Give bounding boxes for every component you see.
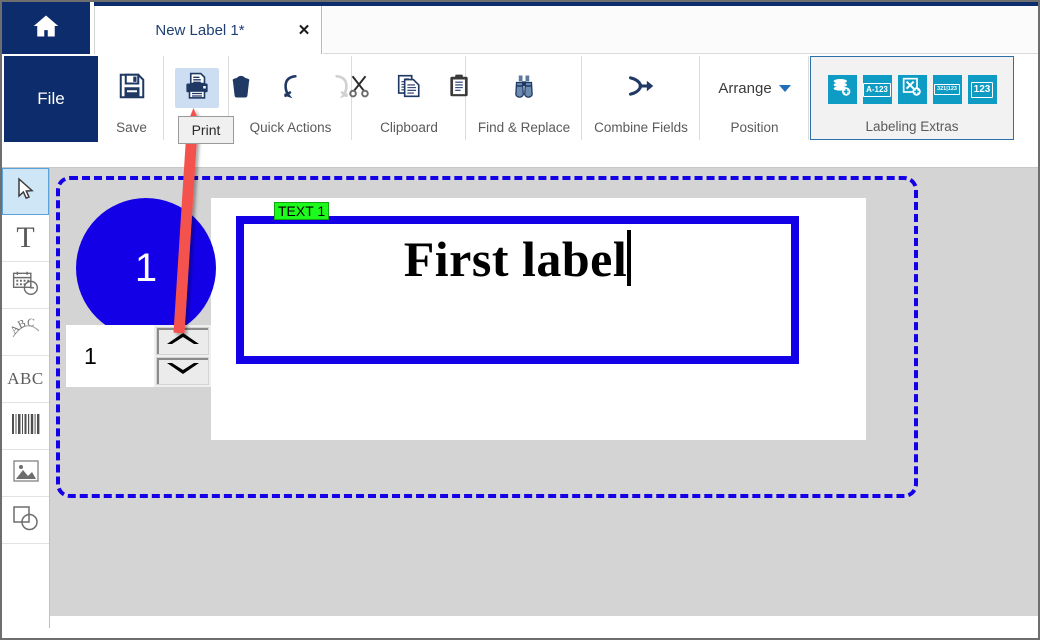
ribbon-group-label-quick-actions: Quick Actions bbox=[249, 120, 332, 135]
svg-text:ABC: ABC bbox=[10, 317, 35, 337]
curved-text-tool[interactable]: ABC bbox=[2, 309, 49, 356]
arrange-dropdown[interactable]: Arrange bbox=[718, 56, 791, 120]
abc-text-icon: ABC bbox=[7, 369, 44, 388]
undo-button[interactable] bbox=[269, 68, 313, 108]
home-button[interactable] bbox=[2, 2, 90, 54]
document-tab[interactable]: New Label 1* ✕ bbox=[94, 6, 322, 54]
chevron-down-icon bbox=[778, 84, 791, 92]
text-t-icon: T bbox=[16, 221, 35, 254]
copy-icon bbox=[396, 72, 422, 105]
numbering-icon: 123 bbox=[970, 81, 994, 98]
copy-button[interactable] bbox=[387, 68, 431, 108]
circle-badge-value: 1 bbox=[134, 245, 158, 290]
ribbon-group-clipboard: Clipboard bbox=[349, 56, 468, 140]
variable-field-button[interactable] bbox=[897, 75, 927, 104]
spinner-down-icon bbox=[166, 362, 200, 380]
tab-strip: New Label 1* ✕ bbox=[2, 2, 1038, 54]
application-window: New Label 1* ✕ File Save Quick Actions C… bbox=[0, 0, 1040, 640]
ribbon-group-label-position: Position bbox=[730, 120, 779, 135]
select-pointer-tool[interactable] bbox=[2, 168, 49, 215]
barcode-tool[interactable] bbox=[2, 403, 49, 450]
shape-tool[interactable] bbox=[2, 497, 49, 544]
copies-stepper[interactable]: 1 bbox=[66, 325, 211, 387]
ribbon-group-label-labeling-extras: Labeling Extras bbox=[865, 119, 959, 134]
ribbon-group-position: Arrange Position bbox=[701, 56, 809, 140]
ribbon-group-save: Save bbox=[100, 56, 164, 140]
spinner-up-icon bbox=[166, 332, 200, 350]
print-icon bbox=[181, 71, 213, 106]
combine-fields-button[interactable] bbox=[619, 68, 663, 108]
barcode-icon bbox=[11, 412, 41, 441]
curved-text-abc-icon: ABC bbox=[7, 316, 42, 348]
undo-icon bbox=[278, 72, 304, 105]
file-menu-button[interactable]: File bbox=[4, 56, 98, 142]
shapes-icon bbox=[12, 505, 40, 536]
binoculars-icon bbox=[509, 72, 539, 105]
ribbon-toolbar: File Save Quick Actions Clipboard Find &… bbox=[2, 54, 1038, 168]
ribbon-group-label-clipboard: Clipboard bbox=[380, 120, 438, 135]
serialize-alphanumeric-button[interactable]: A-123 bbox=[862, 75, 892, 104]
spinner-up-button[interactable] bbox=[156, 327, 209, 355]
label-design-canvas[interactable]: 1 1 First label TEXT 1 bbox=[50, 168, 1038, 616]
arrange-label: Arrange bbox=[718, 79, 772, 97]
tools-sidebar: T BC ABC bbox=[2, 168, 50, 638]
document-tab-label: New Label 1* bbox=[155, 21, 245, 39]
counter-range-button[interactable]: 321|123 bbox=[932, 75, 962, 104]
delete-trash-icon bbox=[228, 72, 254, 105]
label-text-content[interactable]: First label bbox=[404, 230, 628, 288]
ribbon-group-label-find-replace: Find & Replace bbox=[477, 120, 571, 135]
delete-button[interactable] bbox=[219, 68, 263, 108]
print-tooltip: Print bbox=[178, 116, 234, 144]
datetime-tool[interactable] bbox=[2, 262, 49, 309]
database-add-button[interactable] bbox=[827, 75, 857, 104]
save-icon bbox=[117, 71, 147, 106]
database-add-icon bbox=[832, 77, 852, 102]
variable-field-icon bbox=[902, 77, 922, 102]
cut-button[interactable] bbox=[337, 68, 381, 108]
ribbon-group-label-save: Save bbox=[116, 120, 147, 135]
text-tool[interactable]: T bbox=[2, 215, 49, 262]
picture-icon bbox=[12, 459, 40, 488]
calendar-clock-icon bbox=[12, 270, 40, 301]
text-object-frame[interactable]: First label bbox=[236, 216, 799, 364]
text-cursor bbox=[627, 230, 632, 286]
status-bar bbox=[2, 628, 1038, 638]
home-icon bbox=[31, 12, 61, 45]
copies-input[interactable]: 1 bbox=[66, 325, 154, 387]
counter-range-icon: 321|123 bbox=[934, 83, 960, 96]
paragraph-text-tool[interactable]: ABC bbox=[2, 356, 49, 403]
numbering-button[interactable]: 123 bbox=[967, 75, 997, 104]
object-name-tag: TEXT 1 bbox=[274, 202, 330, 220]
cut-scissors-icon bbox=[346, 72, 372, 105]
save-button[interactable] bbox=[110, 68, 154, 108]
ribbon-group-find-replace: Find & Replace bbox=[467, 56, 582, 140]
ribbon-group-labeling-extras: A-123 321|123 123 Labeling Extras bbox=[810, 56, 1014, 140]
ribbon-group-combine-fields: Combine Fields bbox=[583, 56, 700, 140]
image-tool[interactable] bbox=[2, 450, 49, 497]
spinner-down-button[interactable] bbox=[156, 357, 209, 385]
pointer-icon bbox=[14, 176, 38, 207]
close-icon[interactable]: ✕ bbox=[287, 21, 321, 39]
find-replace-button[interactable] bbox=[502, 68, 546, 108]
tab-strip-empty-area bbox=[323, 6, 1038, 54]
circle-badge[interactable]: 1 bbox=[76, 198, 216, 338]
serialize-alphanumeric-icon: A-123 bbox=[863, 82, 891, 97]
merge-arrow-icon bbox=[625, 72, 657, 105]
ribbon-group-label-combine-fields: Combine Fields bbox=[594, 120, 688, 135]
